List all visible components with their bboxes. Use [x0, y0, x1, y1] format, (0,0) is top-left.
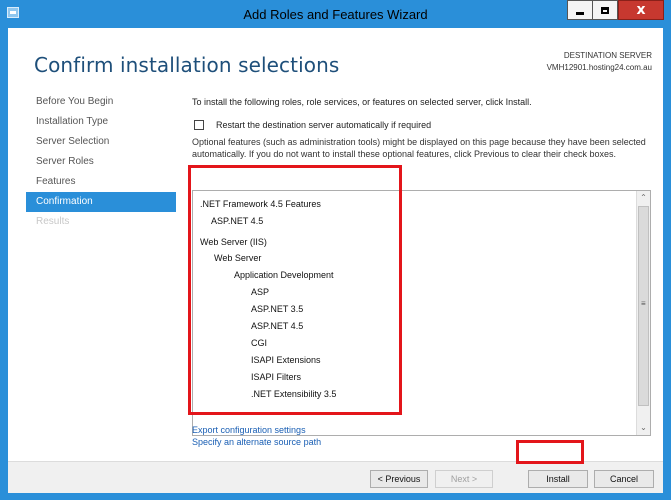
intro-text: To install the following roles, role ser… — [192, 97, 532, 107]
minimize-icon — [576, 11, 584, 15]
feature-item: ASP — [251, 287, 270, 297]
maximize-icon — [601, 6, 609, 14]
grip-icon: ≡ — [641, 299, 646, 308]
features-scrollbar[interactable]: ⌃ ≡ ⌄ — [636, 191, 650, 435]
feature-item: Web Server (IIS) — [200, 237, 267, 247]
minimize-button[interactable] — [567, 0, 593, 20]
feature-item: ASP.NET 4.5 — [251, 321, 304, 331]
wizard-window: Add Roles and Features Wizard x Confirm … — [0, 0, 671, 500]
scroll-up-arrow-icon[interactable]: ⌃ — [637, 191, 650, 205]
feature-item: .NET Framework 4.5 Features — [200, 199, 321, 209]
nav-item-server-roles[interactable]: Server Roles — [26, 152, 176, 172]
page-title: Confirm installation selections — [34, 53, 340, 77]
alternate-source-link[interactable]: Specify an alternate source path — [192, 437, 321, 447]
nav-item-results: Results — [36, 216, 70, 227]
destination-server-label: DESTINATION SERVER — [563, 51, 652, 60]
nav-item-server-selection[interactable]: Server Selection — [26, 132, 176, 152]
close-button[interactable]: x — [618, 0, 664, 20]
previous-button[interactable]: < Previous — [370, 470, 428, 488]
maximize-button[interactable] — [592, 0, 618, 20]
feature-item: ASP.NET 4.5 — [211, 216, 264, 226]
feature-item: CGI — [251, 338, 268, 348]
optional-features-note: Optional features (such as administratio… — [192, 137, 646, 159]
scroll-down-arrow-icon[interactable]: ⌄ — [637, 421, 650, 435]
restart-label[interactable]: Restart the destination server automatic… — [216, 120, 431, 130]
features-list[interactable]: .NET Framework 4.5 Features ASP.NET 4.5 … — [192, 190, 651, 436]
nav-item-features[interactable]: Features — [26, 172, 176, 192]
feature-item: ASP.NET 3.5 — [251, 304, 304, 314]
nav-item-installation-type[interactable]: Installation Type — [26, 112, 176, 132]
wizard-content: Confirm installation selections DESTINAT… — [8, 28, 663, 493]
feature-item: Application Development — [234, 270, 334, 280]
wizard-nav: Before You Begin Installation Type Serve… — [26, 92, 176, 232]
scroll-thumb[interactable]: ≡ — [638, 206, 649, 406]
export-settings-link[interactable]: Export configuration settings — [192, 425, 306, 435]
cancel-button[interactable]: Cancel — [594, 470, 654, 488]
restart-option[interactable]: Restart the destination server automatic… — [194, 120, 431, 130]
nav-item-confirmation[interactable]: Confirmation — [26, 192, 176, 212]
feature-item: Web Server — [214, 253, 262, 263]
restart-checkbox[interactable] — [194, 120, 204, 130]
feature-item: ISAPI Filters — [251, 372, 302, 382]
next-button: Next > — [435, 470, 493, 488]
install-button[interactable]: Install — [528, 470, 588, 488]
nav-item-before-you-begin[interactable]: Before You Begin — [26, 92, 176, 112]
feature-item: ISAPI Extensions — [251, 355, 321, 365]
destination-server-value: VMH12901.hosting24.com.au — [546, 63, 652, 72]
title-bar[interactable]: Add Roles and Features Wizard x — [0, 0, 671, 28]
close-icon: x — [636, 2, 646, 18]
feature-item: .NET Extensibility 3.5 — [251, 389, 337, 399]
